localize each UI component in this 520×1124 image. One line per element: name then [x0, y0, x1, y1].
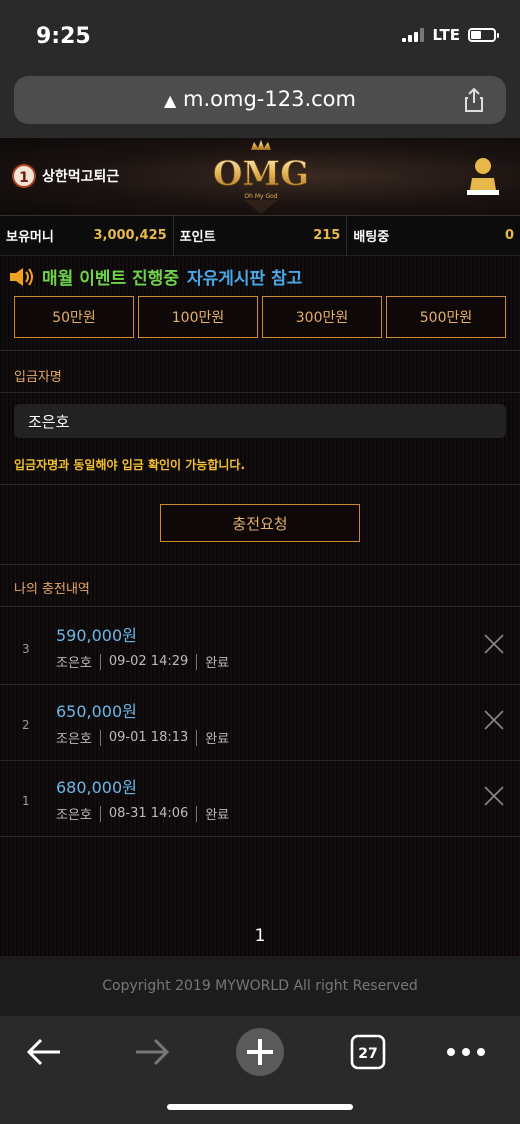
footer-copyright: Copyright 2019 MYWORLD All right Reserve… — [0, 956, 520, 1016]
history-amount: 590,000원 — [56, 626, 137, 645]
history-meta: 조은호 09-01 18:13 완료 — [56, 728, 229, 747]
history-meta: 조은호 08-31 14:06 완료 — [56, 804, 229, 823]
tabs-button[interactable]: 27 — [344, 1028, 392, 1076]
history-number: 2 — [22, 718, 30, 732]
history-name: 조은호 — [56, 656, 92, 671]
divider — [0, 606, 520, 607]
tabs-icon: 27 — [350, 1034, 386, 1070]
amount-button-50[interactable]: 50만원 — [14, 296, 134, 338]
history-number: 1 — [22, 794, 30, 808]
back-arrow-icon — [26, 1038, 60, 1066]
notice-event-text: 매월 이벤트 진행중 — [42, 269, 179, 289]
history-amount: 680,000원 — [56, 778, 137, 797]
speaker-icon — [10, 267, 33, 286]
forward-button[interactable] — [128, 1028, 176, 1076]
divider — [0, 484, 520, 485]
url-field[interactable]: ▲ m.omg-123.com — [14, 76, 506, 124]
history-number: 3 — [22, 642, 30, 656]
divider — [0, 836, 520, 837]
history-title: 나의 충전내역 — [14, 582, 90, 597]
depositor-name-label: 입금자명 — [14, 370, 62, 385]
crown-icon — [251, 140, 271, 150]
divider — [0, 564, 520, 565]
back-button[interactable] — [20, 1028, 68, 1076]
balance-betting: 배팅중 0 — [347, 216, 520, 255]
battery-icon — [468, 28, 499, 42]
logo-text: OMG — [213, 154, 309, 194]
history-item: 3 590,000원 조은호 09-02 14:29 완료 — [0, 608, 520, 684]
history-status: 완료 — [205, 808, 230, 823]
history-datetime: 09-01 18:13 — [108, 730, 189, 745]
logo-subtitle: Oh My God — [244, 193, 277, 200]
close-icon[interactable] — [484, 786, 504, 806]
status-indicators: LTE — [402, 26, 499, 44]
history-datetime: 09-02 14:29 — [108, 654, 189, 669]
username[interactable]: 상한먹고퇴근 — [42, 166, 119, 186]
share-icon[interactable] — [460, 86, 488, 114]
amount-button-300[interactable]: 300만원 — [262, 296, 382, 338]
history-name: 조은호 — [56, 732, 92, 747]
balance-money-label: 보유머니 — [6, 230, 54, 245]
warning-triangle-icon: ▲ — [164, 91, 177, 110]
status-bar: 9:25 LTE — [0, 0, 520, 72]
close-icon[interactable] — [484, 710, 504, 730]
balance-point-value: 215 — [313, 228, 341, 243]
balance-money: 보유머니 3,000,425 — [0, 216, 174, 255]
history-name: 조은호 — [56, 808, 92, 823]
amount-button-100[interactable]: 100만원 — [138, 296, 258, 338]
url-text: m.omg-123.com — [183, 87, 356, 111]
depositor-warning: 입금자명과 동일해야 입금 확인이 가능합니다. — [14, 458, 246, 472]
divider — [0, 392, 520, 393]
new-tab-button[interactable] — [236, 1028, 284, 1076]
history-meta: 조은호 09-02 14:29 완료 — [56, 652, 229, 671]
rank-badge: 1 — [12, 164, 36, 188]
balance-money-value: 3,000,425 — [93, 228, 167, 243]
history-status: 완료 — [205, 656, 230, 671]
balance-point: 포인트 215 — [174, 216, 348, 255]
history-status: 완료 — [205, 732, 230, 747]
event-notice[interactable]: 매월 이벤트 진행중 자유게시판 참고 — [8, 264, 302, 289]
home-indicator — [167, 1104, 353, 1110]
depositor-name-input[interactable] — [14, 404, 506, 438]
status-time: 9:25 — [36, 24, 91, 49]
balance-row: 보유머니 3,000,425 포인트 215 배팅중 0 — [0, 216, 520, 256]
signal-icon — [402, 28, 425, 42]
more-button[interactable] — [442, 1028, 490, 1076]
plus-icon — [236, 1028, 284, 1076]
history-amount: 650,000원 — [56, 702, 137, 721]
more-dots-icon — [447, 1048, 485, 1056]
balance-point-label: 포인트 — [179, 230, 216, 245]
close-icon[interactable] — [484, 634, 504, 654]
amount-button-500[interactable]: 500만원 — [386, 296, 506, 338]
network-label: LTE — [432, 26, 460, 44]
history-datetime: 08-31 14:06 — [108, 806, 189, 821]
history-item: 2 650,000원 조은호 09-01 18:13 완료 — [0, 684, 520, 760]
charge-request-button[interactable]: 충전요청 — [160, 504, 360, 542]
browser-url-bar: ▲ m.omg-123.com — [0, 72, 520, 138]
balance-betting-label: 배팅중 — [353, 230, 390, 245]
omg-logo[interactable]: OMG Oh My God — [196, 138, 326, 216]
pagination-current[interactable]: 1 — [0, 926, 520, 946]
forward-arrow-icon — [136, 1038, 170, 1066]
notice-board-text: 자유게시판 참고 — [186, 269, 303, 289]
user-icon[interactable] — [466, 156, 500, 196]
history-item: 1 680,000원 조은호 08-31 14:06 완료 — [0, 760, 520, 836]
balance-betting-value: 0 — [504, 228, 515, 243]
tab-count: 27 — [358, 1046, 377, 1062]
amount-button-row: 50만원 100만원 300만원 500만원 — [14, 296, 506, 338]
divider — [0, 350, 520, 351]
